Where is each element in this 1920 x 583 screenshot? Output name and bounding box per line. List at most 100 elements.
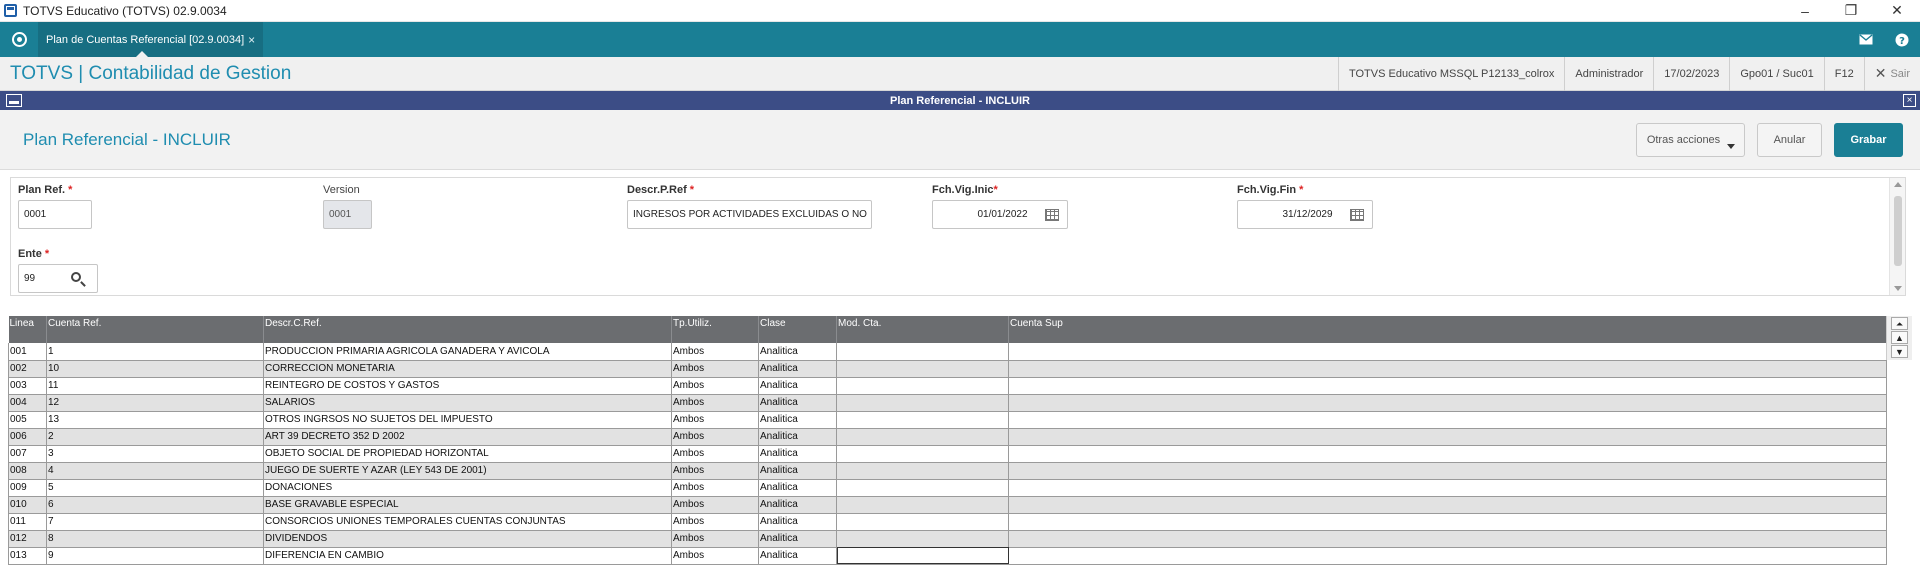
col-header-descr[interactable]: Descr.C.Ref. [263, 316, 672, 343]
col-header-linea[interactable]: Linea [8, 316, 47, 343]
cell-cuenta-ref[interactable]: 3 [46, 445, 264, 463]
table-row[interactable]: 006 2 ART 39 DECRETO 352 D 2002 Ambos Analit… [8, 428, 1887, 446]
cell-cuenta-ref[interactable]: 6 [46, 496, 264, 514]
cell-descr[interactable]: PRODUCCION PRIMARIA AGRICOLA GANADERA Y … [263, 343, 672, 361]
cell-descr[interactable]: DIFERENCIA EN CAMBIO [263, 547, 672, 565]
minimize-button[interactable]: – [1782, 0, 1828, 22]
tab-close-icon[interactable]: × [248, 33, 255, 47]
cell-cuenta-sup[interactable] [1008, 530, 1887, 548]
cell-clase[interactable]: Analitica [758, 360, 837, 378]
table-row[interactable]: 001 1 PRODUCCION PRIMARIA AGRICOLA GANADER… [8, 343, 1887, 361]
mail-icon[interactable] [1848, 22, 1884, 57]
cell-linea[interactable]: 006 [8, 428, 47, 446]
cell-linea[interactable]: 013 [8, 547, 47, 565]
cell-clase[interactable]: Analitica [758, 411, 837, 429]
cell-cuenta-ref[interactable]: 11 [46, 377, 264, 395]
cell-mod-cta[interactable] [836, 394, 1009, 412]
table-row[interactable]: 010 6 BASE GRAVABLE ESPECIAL Ambos Analitica [8, 496, 1887, 514]
cell-cuenta-sup[interactable] [1008, 445, 1887, 463]
cell-linea[interactable]: 012 [8, 530, 47, 548]
scroll-up-icon[interactable] [1894, 182, 1902, 187]
cell-descr[interactable]: JUEGO DE SUERTE Y AZAR (LEY 543 DE 2001) [263, 462, 672, 480]
calendar-icon[interactable] [1045, 209, 1059, 221]
cell-cuenta-ref[interactable]: 12 [46, 394, 264, 412]
cell-linea[interactable]: 010 [8, 496, 47, 514]
fch-fin-input[interactable]: 31/12/2029 [1237, 200, 1373, 229]
cell-mod-cta[interactable] [836, 530, 1009, 548]
cell-linea[interactable]: 009 [8, 479, 47, 497]
cell-linea[interactable]: 004 [8, 394, 47, 412]
cell-cuenta-ref[interactable]: 5 [46, 479, 264, 497]
fch-inic-input[interactable]: 01/01/2022 [932, 200, 1068, 229]
dialog-close-button[interactable]: × [1903, 94, 1916, 107]
cell-tp-utiliz[interactable]: Ambos [671, 445, 759, 463]
cell-tp-utiliz[interactable]: Ambos [671, 547, 759, 565]
cell-clase[interactable]: Analitica [758, 428, 837, 446]
cell-cuenta-ref[interactable]: 10 [46, 360, 264, 378]
cell-mod-cta[interactable] [836, 513, 1009, 531]
cell-cuenta-sup[interactable] [1008, 411, 1887, 429]
cell-tp-utiliz[interactable]: Ambos [671, 479, 759, 497]
cell-cuenta-ref[interactable]: 8 [46, 530, 264, 548]
table-row[interactable]: 012 8 DIVIDENDOS Ambos Analitica [8, 530, 1887, 548]
cell-cuenta-sup[interactable] [1008, 479, 1887, 497]
cell-mod-cta[interactable] [836, 496, 1009, 514]
cell-tp-utiliz[interactable]: Ambos [671, 428, 759, 446]
cell-cuenta-sup[interactable] [1008, 377, 1887, 395]
cell-linea[interactable]: 003 [8, 377, 47, 395]
cell-mod-cta[interactable] [836, 411, 1009, 429]
save-button[interactable]: Grabar [1834, 122, 1903, 157]
cell-mod-cta[interactable] [836, 445, 1009, 463]
calendar-icon[interactable] [1350, 209, 1364, 221]
table-row[interactable]: 005 13 OTROS INGRSOS NO SUJETOS DEL IMPUES… [8, 411, 1887, 429]
cell-tp-utiliz[interactable]: Ambos [671, 496, 759, 514]
exit-button[interactable]: ✕ Sair [1863, 56, 1920, 91]
cell-cuenta-ref[interactable]: 13 [46, 411, 264, 429]
col-header-mod-cta[interactable]: Mod. Cta. [836, 316, 1009, 343]
table-row[interactable]: 011 7 CONSORCIOS UNIONES TEMPORALES CUENTA… [8, 513, 1887, 531]
cell-descr[interactable]: ART 39 DECRETO 352 D 2002 [263, 428, 672, 446]
cell-cuenta-ref[interactable]: 2 [46, 428, 264, 446]
cell-linea[interactable]: 011 [8, 513, 47, 531]
cell-descr[interactable]: DONACIONES [263, 479, 672, 497]
scroll-thumb[interactable] [1894, 196, 1902, 266]
grid-scrollbar[interactable]: ⏶ ▲ ▼ [1886, 316, 1912, 360]
cell-descr[interactable]: CORRECCION MONETARIA [263, 360, 672, 378]
descr-input[interactable]: INGRESOS POR ACTIVIDADES EXCLUIDAS O NO [627, 200, 872, 229]
window-close-button[interactable]: ✕ [1874, 0, 1920, 22]
scroll-up-icon[interactable]: ▲ [1891, 331, 1908, 344]
col-header-cuenta-sup[interactable]: Cuenta Sup [1008, 316, 1887, 343]
cancel-button[interactable]: Anular [1757, 122, 1822, 157]
cell-tp-utiliz[interactable]: Ambos [671, 411, 759, 429]
col-header-cuenta-ref[interactable]: Cuenta Ref. [46, 316, 264, 343]
cell-mod-cta[interactable] [836, 377, 1009, 395]
cell-tp-utiliz[interactable]: Ambos [671, 530, 759, 548]
cell-linea[interactable]: 001 [8, 343, 47, 361]
cell-tp-utiliz[interactable]: Ambos [671, 377, 759, 395]
cell-descr[interactable]: OBJETO SOCIAL DE PROPIEDAD HORIZONTAL [263, 445, 672, 463]
cell-cuenta-sup[interactable] [1008, 462, 1887, 480]
home-button[interactable] [0, 22, 38, 57]
col-header-tp-utiliz[interactable]: Tp.Utiliz. [671, 316, 759, 343]
cell-cuenta-sup[interactable] [1008, 496, 1887, 514]
cell-descr[interactable]: OTROS INGRSOS NO SUJETOS DEL IMPUESTO [263, 411, 672, 429]
branch-info[interactable]: Gpo01 / Suc01 [1729, 56, 1823, 91]
cell-tp-utiliz[interactable]: Ambos [671, 343, 759, 361]
cell-tp-utiliz[interactable]: Ambos [671, 360, 759, 378]
cell-linea[interactable]: 007 [8, 445, 47, 463]
cell-clase[interactable]: Analitica [758, 496, 837, 514]
cell-descr[interactable]: BASE GRAVABLE ESPECIAL [263, 496, 672, 514]
cell-cuenta-ref[interactable]: 4 [46, 462, 264, 480]
cell-cuenta-sup[interactable] [1008, 360, 1887, 378]
table-row[interactable]: 004 12 SALARIOS Ambos Analitica [8, 394, 1887, 412]
cell-descr[interactable]: SALARIOS [263, 394, 672, 412]
cell-mod-cta[interactable] [836, 547, 1009, 565]
table-row[interactable]: 009 5 DONACIONES Ambos Analitica [8, 479, 1887, 497]
cell-tp-utiliz[interactable]: Ambos [671, 394, 759, 412]
cell-cuenta-ref[interactable]: 9 [46, 547, 264, 565]
cell-clase[interactable]: Analitica [758, 377, 837, 395]
cell-cuenta-ref[interactable]: 1 [46, 343, 264, 361]
cell-cuenta-ref[interactable]: 7 [46, 513, 264, 531]
scroll-top-icon[interactable]: ⏶ [1891, 317, 1908, 330]
other-actions-button[interactable]: Otras acciones [1636, 122, 1745, 157]
